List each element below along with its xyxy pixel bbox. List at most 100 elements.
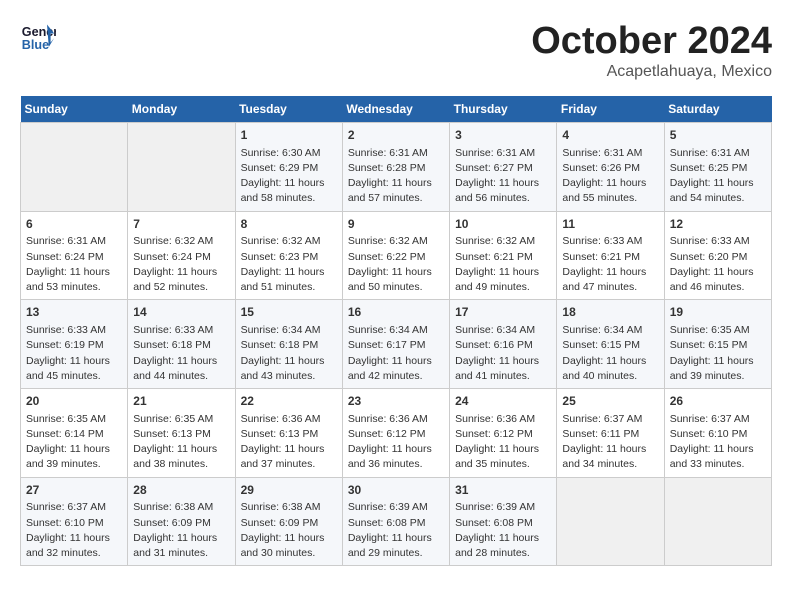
day-header-saturday: Saturday xyxy=(664,96,771,123)
day-header-sunday: Sunday xyxy=(21,96,128,123)
day-info: Sunrise: 6:36 AMSunset: 6:12 PMDaylight:… xyxy=(455,412,551,473)
calendar-cell: 17 Sunrise: 6:34 AMSunset: 6:16 PMDayligh… xyxy=(450,300,557,389)
calendar-cell: 8Sunrise: 6:32 AMSunset: 6:23 PMDaylight… xyxy=(235,211,342,300)
calendar-cell: 16 Sunrise: 6:34 AMSunset: 6:17 PMDayligh… xyxy=(342,300,449,389)
calendar-cell: 7Sunrise: 6:32 AMSunset: 6:24 PMDaylight… xyxy=(128,211,235,300)
page-header: General Blue October 2024 Acapetlahuaya,… xyxy=(20,20,772,81)
day-info: Sunrise: 6:31 AMSunset: 6:27 PMDaylight:… xyxy=(455,146,551,207)
calendar-cell: 18Sunrise: 6:34 AMSunset: 6:15 PMDayligh… xyxy=(557,300,664,389)
calendar-week-row: 27Sunrise: 6:37 AMSunset: 6:10 PMDayligh… xyxy=(21,477,772,566)
day-info: Sunrise: 6:37 AMSunset: 6:11 PMDaylight:… xyxy=(562,412,658,473)
day-number: 17 xyxy=(455,304,551,321)
calendar-cell xyxy=(557,477,664,566)
day-info: Sunrise: 6:35 AMSunset: 6:13 PMDaylight:… xyxy=(133,412,229,473)
calendar-cell: 20 Sunrise: 6:35 AMSunset: 6:14 PMDayligh… xyxy=(21,389,128,478)
day-info: Sunrise: 6:39 AMSunset: 6:08 PMDaylight:… xyxy=(455,500,551,561)
day-number: 25 xyxy=(562,393,658,410)
day-info: Sunrise: 6:32 AMSunset: 6:23 PMDaylight:… xyxy=(241,234,337,295)
day-number: 18 xyxy=(562,304,658,321)
day-number: 26 xyxy=(670,393,766,410)
calendar-cell: 13Sunrise: 6:33 AMSunset: 6:19 PMDayligh… xyxy=(21,300,128,389)
calendar-cell: 28Sunrise: 6:38 AMSunset: 6:09 PMDayligh… xyxy=(128,477,235,566)
calendar-table: SundayMondayTuesdayWednesdayThursdayFrid… xyxy=(20,96,772,566)
day-number: 19 xyxy=(670,304,766,321)
day-number: 24 xyxy=(455,393,551,410)
day-number: 22 xyxy=(241,393,337,410)
day-info: Sunrise: 6:31 AMSunset: 6:26 PMDaylight:… xyxy=(562,146,658,207)
calendar-cell: 4Sunrise: 6:31 AMSunset: 6:26 PMDaylight… xyxy=(557,123,664,212)
calendar-cell xyxy=(664,477,771,566)
day-info: Sunrise: 6:34 AMSunset: 6:18 PMDaylight:… xyxy=(241,323,337,384)
calendar-cell: 6Sunrise: 6:31 AMSunset: 6:24 PMDaylight… xyxy=(21,211,128,300)
day-number: 6 xyxy=(26,216,122,233)
calendar-cell: 15 Sunrise: 6:34 AMSunset: 6:18 PMDayligh… xyxy=(235,300,342,389)
day-info: Sunrise: 6:33 AMSunset: 6:18 PMDaylight:… xyxy=(133,323,229,384)
day-number: 3 xyxy=(455,127,551,144)
day-number: 12 xyxy=(670,216,766,233)
title-block: October 2024 Acapetlahuaya, Mexico xyxy=(531,20,772,81)
day-info: Sunrise: 6:35 AMSunset: 6:14 PMDaylight:… xyxy=(26,412,122,473)
logo: General Blue xyxy=(20,20,56,56)
location-subtitle: Acapetlahuaya, Mexico xyxy=(531,63,772,81)
day-info: Sunrise: 6:38 AMSunset: 6:09 PMDaylight:… xyxy=(133,500,229,561)
day-number: 2 xyxy=(348,127,444,144)
calendar-body: 1Sunrise: 6:30 AMSunset: 6:29 PMDaylight… xyxy=(21,123,772,566)
calendar-cell: 19 Sunrise: 6:35 AMSunset: 6:15 PMDayligh… xyxy=(664,300,771,389)
day-number: 5 xyxy=(670,127,766,144)
day-number: 15 xyxy=(241,304,337,321)
day-header-monday: Monday xyxy=(128,96,235,123)
day-number: 29 xyxy=(241,482,337,499)
calendar-cell: 2Sunrise: 6:31 AMSunset: 6:28 PMDaylight… xyxy=(342,123,449,212)
svg-text:Blue: Blue xyxy=(22,38,49,52)
day-number: 20 xyxy=(26,393,122,410)
calendar-cell: 12Sunrise: 6:33 AMSunset: 6:20 PMDayligh… xyxy=(664,211,771,300)
day-info: Sunrise: 6:34 AMSunset: 6:17 PMDaylight:… xyxy=(348,323,444,384)
calendar-cell: 29Sunrise: 6:38 AMSunset: 6:09 PMDayligh… xyxy=(235,477,342,566)
logo-icon: General Blue xyxy=(20,20,56,56)
calendar-cell: 21 Sunrise: 6:35 AMSunset: 6:13 PMDayligh… xyxy=(128,389,235,478)
calendar-week-row: 13Sunrise: 6:33 AMSunset: 6:19 PMDayligh… xyxy=(21,300,772,389)
day-number: 21 xyxy=(133,393,229,410)
day-info: Sunrise: 6:31 AMSunset: 6:25 PMDaylight:… xyxy=(670,146,766,207)
calendar-cell: 24 Sunrise: 6:36 AMSunset: 6:12 PMDayligh… xyxy=(450,389,557,478)
calendar-cell: 11Sunrise: 6:33 AMSunset: 6:21 PMDayligh… xyxy=(557,211,664,300)
day-number: 14 xyxy=(133,304,229,321)
calendar-cell: 26 Sunrise: 6:37 AMSunset: 6:10 PMDayligh… xyxy=(664,389,771,478)
day-info: Sunrise: 6:36 AMSunset: 6:12 PMDaylight:… xyxy=(348,412,444,473)
calendar-cell: 14 Sunrise: 6:33 AMSunset: 6:18 PMDayligh… xyxy=(128,300,235,389)
day-number: 16 xyxy=(348,304,444,321)
day-info: Sunrise: 6:39 AMSunset: 6:08 PMDaylight:… xyxy=(348,500,444,561)
month-year-title: October 2024 xyxy=(531,20,772,63)
day-info: Sunrise: 6:37 AMSunset: 6:10 PMDaylight:… xyxy=(670,412,766,473)
calendar-cell: 9Sunrise: 6:32 AMSunset: 6:22 PMDaylight… xyxy=(342,211,449,300)
calendar-week-row: 20 Sunrise: 6:35 AMSunset: 6:14 PMDayligh… xyxy=(21,389,772,478)
day-info: Sunrise: 6:30 AMSunset: 6:29 PMDaylight:… xyxy=(241,146,337,207)
day-info: Sunrise: 6:33 AMSunset: 6:21 PMDaylight:… xyxy=(562,234,658,295)
day-info: Sunrise: 6:35 AMSunset: 6:15 PMDaylight:… xyxy=(670,323,766,384)
day-number: 28 xyxy=(133,482,229,499)
day-number: 9 xyxy=(348,216,444,233)
day-info: Sunrise: 6:37 AMSunset: 6:10 PMDaylight:… xyxy=(26,500,122,561)
calendar-cell: 27Sunrise: 6:37 AMSunset: 6:10 PMDayligh… xyxy=(21,477,128,566)
day-number: 11 xyxy=(562,216,658,233)
day-info: Sunrise: 6:36 AMSunset: 6:13 PMDaylight:… xyxy=(241,412,337,473)
day-info: Sunrise: 6:33 AMSunset: 6:19 PMDaylight:… xyxy=(26,323,122,384)
calendar-cell xyxy=(128,123,235,212)
calendar-cell xyxy=(21,123,128,212)
calendar-cell: 30Sunrise: 6:39 AMSunset: 6:08 PMDayligh… xyxy=(342,477,449,566)
calendar-cell: 10Sunrise: 6:32 AMSunset: 6:21 PMDayligh… xyxy=(450,211,557,300)
header-row: SundayMondayTuesdayWednesdayThursdayFrid… xyxy=(21,96,772,123)
day-number: 23 xyxy=(348,393,444,410)
day-header-tuesday: Tuesday xyxy=(235,96,342,123)
day-number: 30 xyxy=(348,482,444,499)
calendar-week-row: 1Sunrise: 6:30 AMSunset: 6:29 PMDaylight… xyxy=(21,123,772,212)
calendar-cell: 22 Sunrise: 6:36 AMSunset: 6:13 PMDayligh… xyxy=(235,389,342,478)
day-info: Sunrise: 6:34 AMSunset: 6:16 PMDaylight:… xyxy=(455,323,551,384)
day-number: 10 xyxy=(455,216,551,233)
day-number: 27 xyxy=(26,482,122,499)
day-info: Sunrise: 6:33 AMSunset: 6:20 PMDaylight:… xyxy=(670,234,766,295)
day-info: Sunrise: 6:32 AMSunset: 6:24 PMDaylight:… xyxy=(133,234,229,295)
day-header-wednesday: Wednesday xyxy=(342,96,449,123)
calendar-cell: 5 Sunrise: 6:31 AMSunset: 6:25 PMDaylight… xyxy=(664,123,771,212)
day-info: Sunrise: 6:32 AMSunset: 6:22 PMDaylight:… xyxy=(348,234,444,295)
